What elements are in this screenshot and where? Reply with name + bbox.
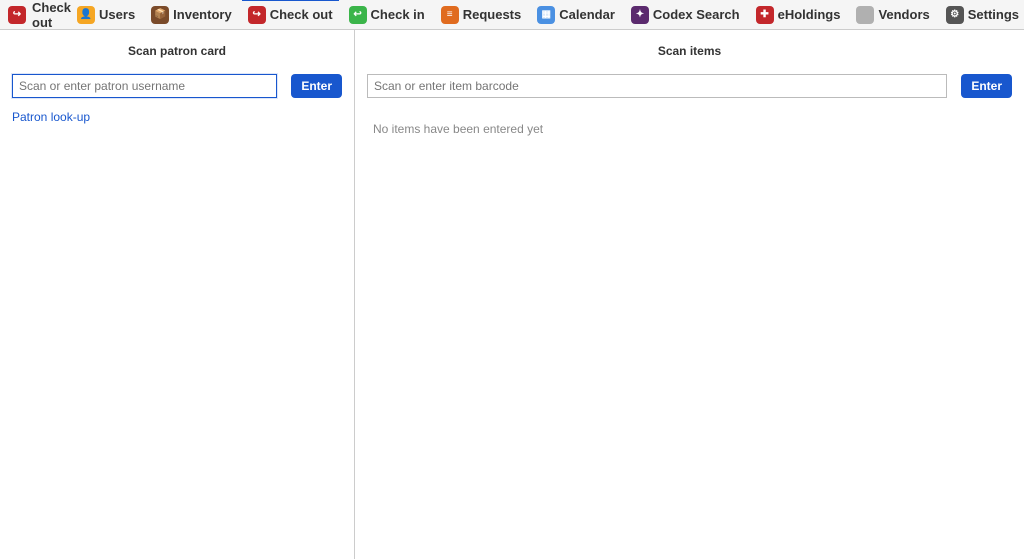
check-out-icon: ↪: [248, 6, 266, 24]
item-input[interactable]: [367, 74, 947, 98]
nav-item-check-in[interactable]: ↩ Check in: [343, 3, 431, 27]
nav-label: Inventory: [173, 7, 232, 22]
patron-pane: Scan patron card Enter Patron look-up: [0, 30, 355, 559]
settings-icon: ⚙: [946, 6, 964, 24]
nav-label: Requests: [463, 7, 522, 22]
nav-item-eholdings[interactable]: ✚ eHoldings: [750, 3, 847, 27]
nav-label: Calendar: [559, 7, 615, 22]
item-scan-row: Enter: [355, 74, 1024, 98]
app-title-block: ↪ Check out: [8, 0, 71, 30]
vendors-icon: [856, 6, 874, 24]
nav-label: Check in: [371, 7, 425, 22]
app-title: Check out: [32, 0, 71, 30]
items-empty-message: No items have been entered yet: [355, 98, 1024, 160]
requests-icon: ≡: [441, 6, 459, 24]
nav-item-codex-search[interactable]: ✦ Codex Search: [625, 3, 746, 27]
checkout-glyph: ↪: [13, 9, 21, 20]
patron-scan-row: Enter: [0, 74, 354, 98]
nav-item-vendors[interactable]: Vendors: [850, 3, 935, 27]
patron-lookup-link[interactable]: Patron look-up: [0, 98, 354, 136]
nav-item-inventory[interactable]: 📦 Inventory: [145, 3, 238, 27]
patron-pane-title: Scan patron card: [0, 30, 354, 74]
patron-input[interactable]: [12, 74, 277, 98]
patron-enter-button[interactable]: Enter: [291, 74, 342, 98]
users-icon: 👤: [77, 6, 95, 24]
nav-item-settings[interactable]: ⚙ Settings: [940, 3, 1024, 27]
items-pane-title: Scan items: [355, 30, 1024, 74]
nav-item-calendar[interactable]: ▦ Calendar: [531, 3, 621, 27]
item-enter-button[interactable]: Enter: [961, 74, 1012, 98]
nav-item-check-out[interactable]: ↪ Check out: [242, 3, 339, 27]
nav-label: Users: [99, 7, 135, 22]
main-nav: 👤 Users 📦 Inventory ↪ Check out ↩ Check in ≡ Requ…: [71, 3, 1024, 27]
codex-search-icon: ✦: [631, 6, 649, 24]
eholdings-icon: ✚: [756, 6, 774, 24]
checkout-icon: ↪: [8, 6, 26, 24]
check-in-icon: ↩: [349, 6, 367, 24]
nav-item-users[interactable]: 👤 Users: [71, 3, 141, 27]
nav-label: Check out: [270, 7, 333, 22]
inventory-icon: 📦: [151, 6, 169, 24]
nav-label: Codex Search: [653, 7, 740, 22]
nav-item-requests[interactable]: ≡ Requests: [435, 3, 528, 27]
main-panes: Scan patron card Enter Patron look-up Sc…: [0, 30, 1024, 559]
nav-label: Settings: [968, 7, 1019, 22]
nav-label: Vendors: [878, 7, 929, 22]
calendar-icon: ▦: [537, 6, 555, 24]
items-pane: Scan items Enter No items have been ente…: [355, 30, 1024, 559]
nav-label: eHoldings: [778, 7, 841, 22]
topbar: ↪ Check out 👤 Users 📦 Inventory ↪ Check out ↩ C…: [0, 0, 1024, 30]
